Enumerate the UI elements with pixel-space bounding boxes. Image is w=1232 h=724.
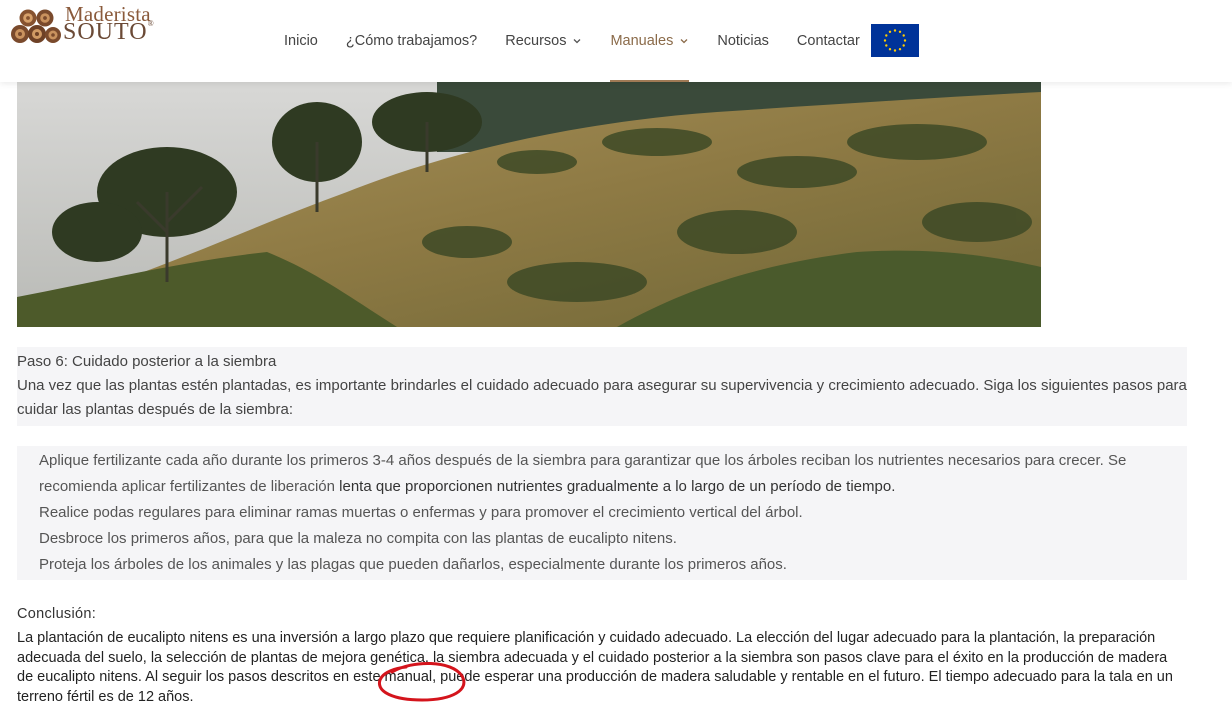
logs-icon	[11, 9, 61, 43]
chevron-down-icon	[574, 39, 581, 44]
eu-flag-icon[interactable]	[871, 24, 919, 57]
list-item: Realice podas regulares para eliminar ra…	[39, 504, 803, 521]
hillside-illustration	[17, 82, 1041, 327]
article-content: Paso 6: Cuidado posterior a la siembra U…	[17, 347, 1187, 707]
step-block: Paso 6: Cuidado posterior a la siembra U…	[17, 347, 1187, 426]
site-header: Maderista SOUTO® Inicio ¿Cómo trabajamos…	[0, 0, 1232, 82]
list-item: Proteja los árboles de los animales y la…	[39, 556, 787, 573]
nav-item-inicio[interactable]: Inicio	[284, 0, 318, 82]
nav-item-manuales[interactable]: Manuales	[610, 0, 690, 82]
step-title: Paso 6: Cuidado posterior a la siembra	[17, 353, 277, 370]
site-logo[interactable]: Maderista SOUTO®	[10, 2, 160, 46]
nav-item-noticias[interactable]: Noticias	[717, 0, 769, 82]
list-item: Aplique fertilizante cada año durante lo…	[39, 452, 1127, 495]
conclusion-title: Conclusión:	[17, 606, 97, 622]
nav-item-contactar[interactable]: Contactar	[797, 0, 860, 82]
nav-item-como-trabajamos[interactable]: ¿Cómo trabajamos?	[346, 0, 477, 82]
step-intro: Una vez que las plantas estén plantadas,…	[17, 377, 1187, 418]
main-nav: Inicio ¿Cómo trabajamos? Recursos Manual…	[270, 0, 874, 82]
nav-item-recursos[interactable]: Recursos	[505, 0, 582, 82]
chevron-down-icon	[680, 39, 688, 44]
list-item: Desbroce los primeros años, para que la …	[39, 530, 677, 547]
hero-image-eucalyptus-hillside	[17, 82, 1041, 327]
brand-line-2: SOUTO®	[63, 19, 155, 45]
care-steps-list: Aplique fertilizante cada año durante lo…	[17, 446, 1187, 580]
conclusion-text: La plantación de eucalipto nitens es una…	[17, 630, 1173, 705]
